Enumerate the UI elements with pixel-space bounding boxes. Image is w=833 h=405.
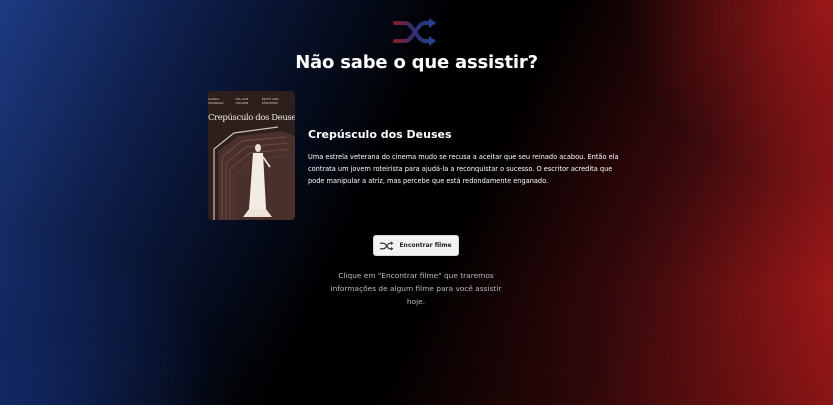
poster-credit: GLORIA SWANSON	[208, 97, 224, 105]
shuffle-icon	[393, 18, 436, 46]
poster-credit: WILLIAM HOLDEN	[235, 97, 249, 105]
movie-poster: GLORIA SWANSON WILLIAM HOLDEN ERICH VON …	[208, 91, 295, 220]
hint-text: Clique em "Encontrar filme" que traremos…	[330, 271, 502, 306]
find-movie-button[interactable]: Encontrar filme	[373, 235, 459, 256]
poster-credits: GLORIA SWANSON WILLIAM HOLDEN ERICH VON …	[208, 97, 295, 105]
page-title: Não sabe o que assistir?	[295, 52, 538, 73]
poster-credit: ERICH VON STROHEIM	[261, 97, 279, 105]
movie-description: Uma estrela veterana do cinema mudo se r…	[308, 153, 619, 185]
find-movie-button-label: Encontrar filme	[399, 242, 452, 249]
movie-title: Crepúsculo dos Deuses	[308, 128, 452, 141]
poster-title: Crepúsculo dos Deuses	[208, 113, 295, 123]
shuffle-icon	[380, 240, 394, 251]
